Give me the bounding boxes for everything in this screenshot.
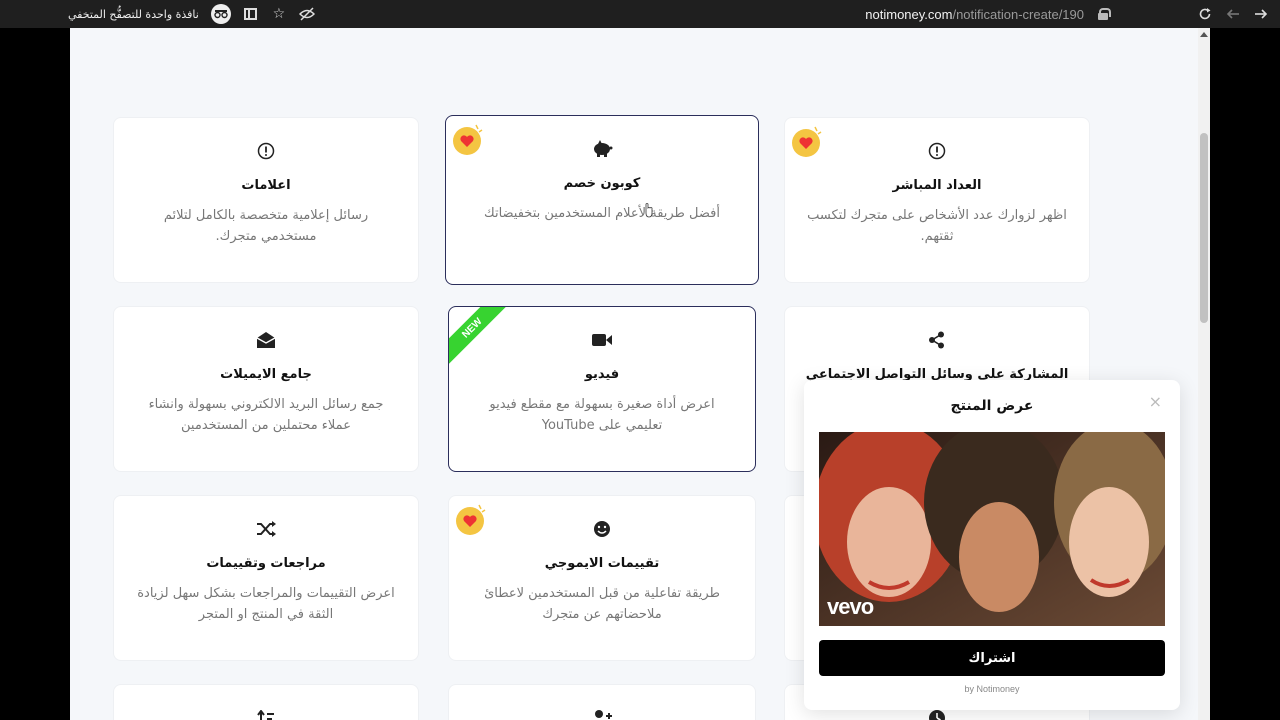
card-title: فيديو [584,367,620,382]
back-arrow-icon[interactable] [1224,5,1242,23]
card-title: العداد المباشر [892,178,982,193]
popup-footer: by Notimoney [964,684,1020,694]
incognito-label: نافذة واحدة للتصفُّح المتخفي [68,7,199,21]
page-scrollbar[interactable] [1198,28,1210,720]
scrollbar-thumb[interactable] [1200,133,1208,323]
sort-icon [257,707,275,720]
card-emoji-ratings[interactable]: تقييمات الايموجي طريقة تفاعلية من قبل ال… [448,495,756,661]
heart-badge-icon [453,124,483,155]
card-description: اظهر لزوارك عدد الأشخاص على متجرك لتكسب … [807,208,1067,244]
envelope-open-icon [256,329,276,351]
user-plus-icon [591,707,613,720]
bookmark-star-icon[interactable]: ☆ [271,6,287,22]
forward-arrow-icon[interactable] [1252,5,1270,23]
video-thumbnail[interactable]: vevo [819,432,1165,626]
card-title: مراجعات وتقييمات [206,556,326,571]
exclamation-circle-icon [257,140,275,162]
url-path: /notification-create/190 [952,6,1084,22]
card-video[interactable]: NEW فيديو اعرض أداة صغيرة بسهولة مع مقطع… [448,306,756,472]
shuffle-icon [256,518,276,540]
share-icon [928,329,946,351]
exclamation-circle-icon [928,140,946,162]
card-discount-coupon[interactable]: كوبون خصم أفضل طريقة لأعلام المستخدمين ب… [445,115,759,285]
browser-left-tools: نافذة واحدة للتصفُّح المتخفي ☆ [68,0,315,28]
lock-icon[interactable] [1098,8,1111,20]
reload-icon[interactable] [1196,5,1214,23]
card-email-collector[interactable]: جامع الايميلات جمع رسائل البريد الالكترو… [113,306,419,472]
heart-badge-icon [456,504,486,535]
card-description: طريقة تفاعلية من قبل المستخدمين لاعطائ م… [484,586,720,622]
card-reviews[interactable]: مراجعات وتقييمات اعرض التقييمات والمراجع… [113,495,419,661]
browser-nav [1196,0,1270,28]
new-badge: NEW [449,307,511,367]
url-domain: notimoney.com [865,6,953,22]
heart-badge-icon [792,126,822,157]
card-add-user[interactable] [448,684,756,720]
cursor-icon [645,203,653,218]
incognito-icon[interactable] [210,4,231,24]
video-icon [591,329,613,351]
card-description: رسائل إعلامية متخصصة بالكامل لتلائم مستخ… [163,208,369,244]
card-notifications[interactable]: اعلامات رسائل إعلامية متخصصة بالكامل لتل… [113,117,419,283]
card-live-counter[interactable]: العداد المباشر اظهر لزوارك عدد الأشخاص ع… [784,117,1090,283]
subscribe-button[interactable]: اشتراك [819,640,1165,676]
card-sort[interactable] [113,684,419,720]
vevo-logo: vevo [827,594,874,619]
card-title: اعلامات [241,178,291,193]
smile-icon [593,518,611,540]
card-description: اعرض أداة صغيرة بسهولة مع مقطع فيديو تعل… [489,397,715,433]
card-description: أفضل طريقة لأعلام المستخدمين بتخفيضاتك [484,206,720,221]
side-panel-icon[interactable] [243,6,259,22]
piggy-bank-icon [591,138,613,160]
scroll-up-arrow-icon[interactable] [1200,32,1208,37]
card-description: جمع رسائل البريد الالكتروني بسهولة وانشا… [148,397,384,433]
browser-toolbar: نافذة واحدة للتصفُّح المتخفي ☆ notimoney… [0,0,1280,28]
eye-off-icon[interactable] [298,6,315,22]
card-title: كوبون خصم [563,176,641,191]
card-description: اعرض التقييمات والمراجعات بشكل سهل لزياد… [137,586,395,622]
card-title: جامع الايميلات [220,367,312,382]
product-preview-popup: × عرض المنتج vevo اشتراك by Notimoney [804,380,1180,710]
address-bar[interactable]: notimoney.com/notification-create/190 [865,0,1111,28]
card-title: تقييمات الايموجي [544,556,660,571]
popup-title: عرض المنتج [950,398,1034,414]
